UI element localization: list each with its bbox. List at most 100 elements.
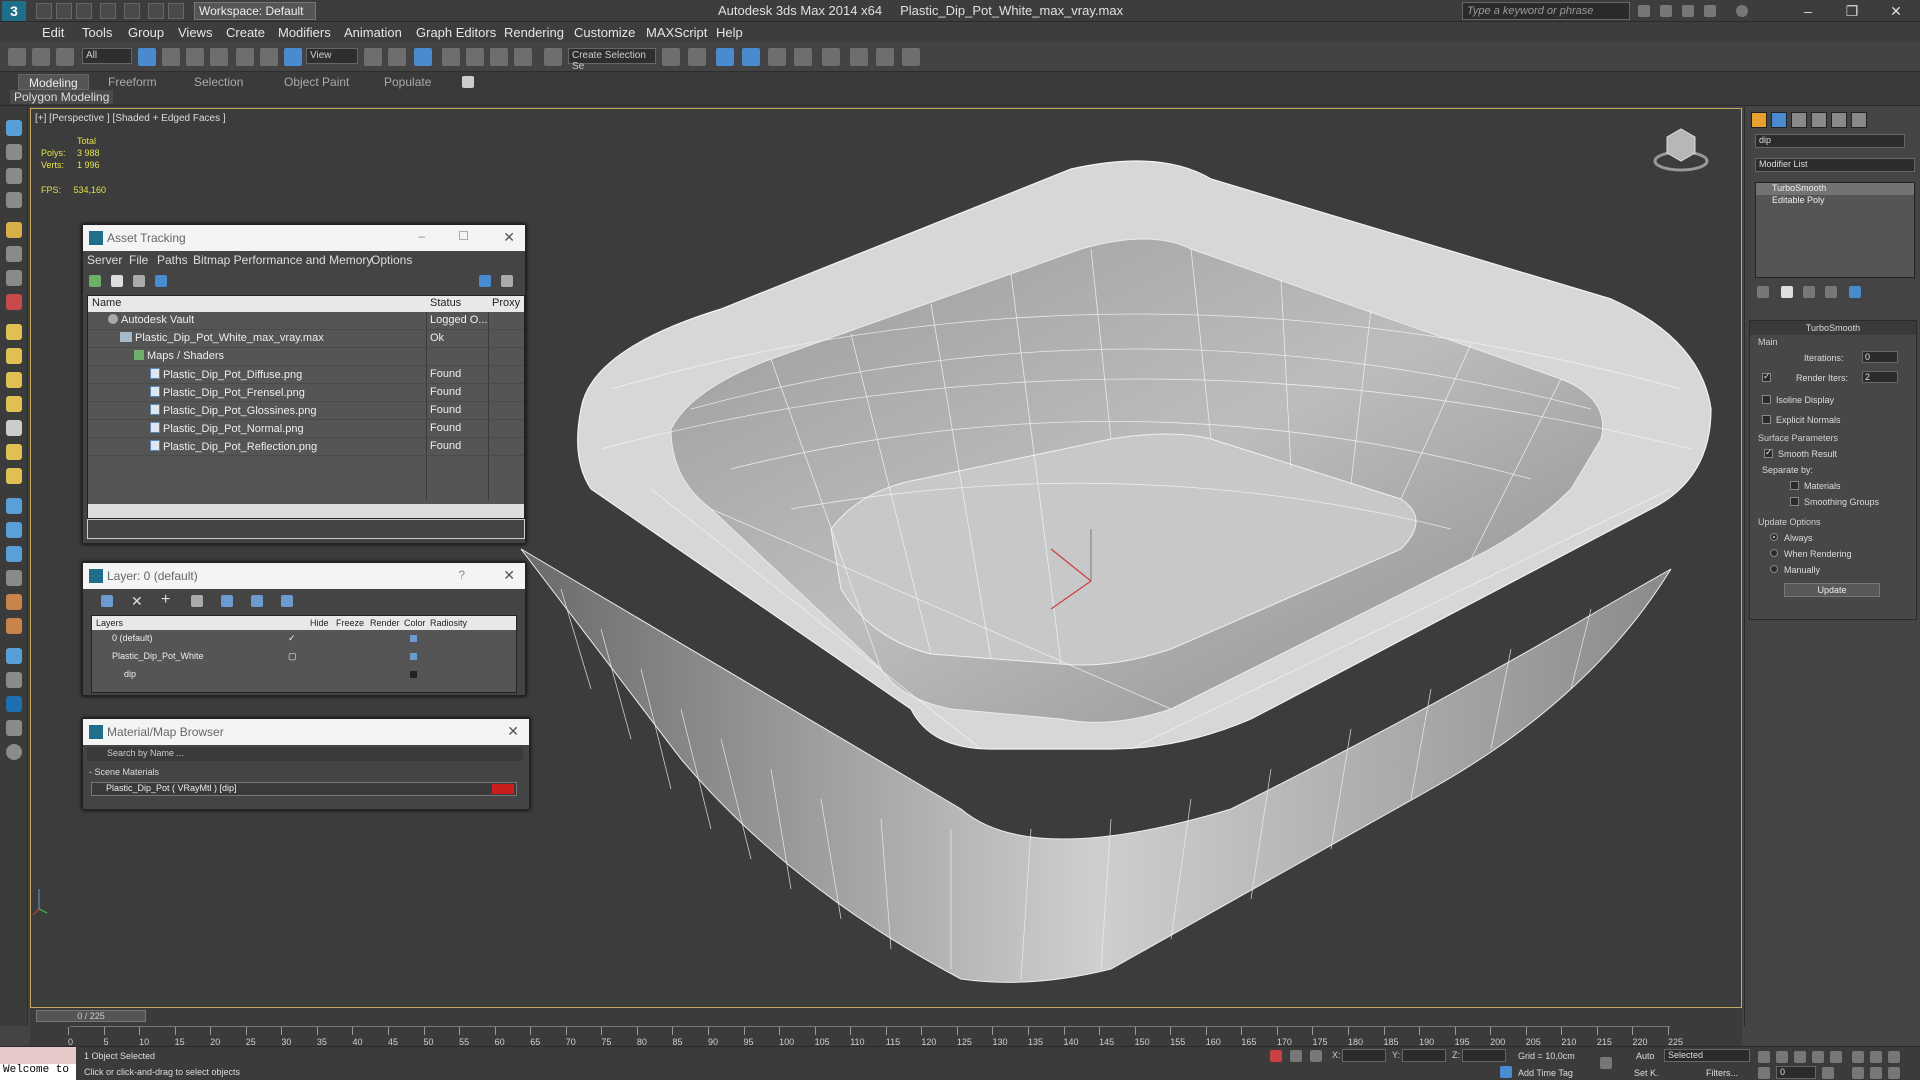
menu-tools[interactable]: Tools [82,25,112,40]
go-to-end-icon[interactable] [1830,1051,1842,1063]
isolate-icon[interactable] [1270,1050,1282,1062]
previous-frame-icon[interactable] [1776,1051,1788,1063]
select-manipulate-icon[interactable] [388,48,406,66]
utilities-tab-icon[interactable] [1851,112,1867,128]
asset-row-normal[interactable]: Plastic_Dip_Pot_Normal.png Found [88,420,524,438]
list-view-icon[interactable] [111,275,123,287]
menu-edit[interactable]: Edit [42,25,64,40]
new-file-icon[interactable] [36,3,52,19]
when-rendering-radio[interactable] [1770,549,1778,557]
tool-icon-3[interactable] [6,168,22,184]
move-icon[interactable] [236,48,254,66]
select-by-name-icon[interactable] [162,48,180,66]
transform-type-in-icon[interactable] [1310,1050,1322,1062]
tool-icon-16[interactable] [6,498,22,514]
col-name[interactable]: Name [92,297,121,309]
layer-toggle-icon[interactable]: ▢ [288,651,297,662]
x-coord-field[interactable] [1342,1049,1386,1062]
close-icon[interactable]: ✕ [503,567,515,584]
col-layers[interactable]: Layers [96,618,123,628]
hide-all-icon[interactable] [251,595,263,607]
tool-icon-25[interactable] [6,720,22,736]
set-key-button[interactable]: Set K. [1634,1068,1659,1078]
rollout-title[interactable]: TurboSmooth [1750,321,1916,335]
key-icon[interactable] [1600,1057,1612,1069]
delete-layer-icon[interactable]: ✕ [131,593,143,610]
tool-icon-20[interactable] [6,594,22,610]
motion-tab-icon[interactable] [1811,112,1827,128]
tree-view-icon[interactable] [155,275,167,287]
tool-icon-22[interactable] [6,648,22,664]
close-window-icon[interactable]: ✕ [1876,2,1916,20]
scale-icon[interactable] [284,48,302,66]
refresh-icon[interactable] [89,275,101,287]
named-selection-dropdown[interactable]: Create Selection Se [568,48,656,72]
play-icon[interactable] [1794,1051,1806,1063]
pan-view-icon[interactable] [1870,1067,1882,1079]
minimize-icon[interactable]: – [418,229,425,243]
key-mode-icon[interactable] [1758,1067,1770,1079]
time-config-icon[interactable] [1822,1067,1834,1079]
help-icon[interactable] [1736,5,1748,17]
asset-row-glossines[interactable]: Plastic_Dip_Pot_Glossines.png Found [88,402,524,420]
scene-materials-group[interactable]: - Scene Materials [89,767,159,777]
help-search-input[interactable]: Type a keyword or phrase [1462,2,1630,20]
tab-populate[interactable]: Populate [374,74,441,90]
percent-snap-icon[interactable] [490,48,508,66]
make-unique-icon[interactable] [1803,286,1815,298]
menu-group[interactable]: Group [128,25,164,40]
open-file-icon[interactable] [56,3,72,19]
zoom-all-icon[interactable] [1870,1051,1882,1063]
tool-icon-13[interactable] [6,420,22,436]
menu-bitmap-performance[interactable]: Bitmap Performance and Memory [193,253,372,267]
selection-filter-dropdown[interactable]: All [82,48,132,64]
maxscript-input[interactable]: Welcome to [0,1064,76,1080]
rendered-frame-window-icon[interactable] [876,48,894,66]
close-icon[interactable]: ✕ [503,229,515,246]
material-item[interactable]: Plastic_Dip_Pot ( VRayMtl ) [dip] [91,782,517,796]
pivot-center-icon[interactable] [364,48,382,66]
col-proxy[interactable]: Proxy [492,297,520,309]
pin-stack-icon[interactable] [1757,286,1769,298]
layer-row-plastic-dip-pot[interactable]: Plastic_Dip_Pot_White ▢ [92,648,516,666]
menu-animation[interactable]: Animation [344,25,402,40]
manually-radio[interactable] [1770,565,1778,573]
horizontal-scrollbar[interactable] [88,504,524,518]
modify-tab-icon[interactable] [1771,112,1787,128]
rectangular-selection-icon[interactable] [186,48,204,66]
asset-row-vault[interactable]: Autodesk Vault Logged O... [88,312,524,330]
ribbon-toggle-icon[interactable] [462,76,474,88]
help-tool-icon[interactable] [6,744,22,760]
isoline-checkbox[interactable] [1762,395,1771,404]
iterations-spinner[interactable]: 0 [1862,351,1898,363]
object-name-field[interactable]: dip [1755,134,1905,148]
auto-key-button[interactable]: Auto [1636,1051,1655,1061]
highlight-layer-icon[interactable] [221,595,233,607]
binoculars-icon[interactable] [1638,5,1650,17]
table-view-icon[interactable] [133,275,145,287]
tool-icon-15[interactable] [6,468,22,484]
help-icon[interactable] [479,275,491,287]
explicit-normals-checkbox[interactable] [1762,415,1771,424]
object-color-swatch[interactable] [410,671,417,678]
layer-row-default[interactable]: 0 (default) ✓ [92,630,516,648]
select-object-icon[interactable] [138,48,156,66]
tool-icon-2[interactable] [6,144,22,160]
communication-icon[interactable] [1682,5,1694,17]
viewcube-icon[interactable] [1653,128,1709,172]
stack-item-editable-poly[interactable]: Editable Poly [1756,195,1914,207]
close-icon[interactable]: ✕ [507,723,519,740]
align-icon[interactable] [688,48,706,66]
tool-icon-4[interactable] [6,192,22,208]
tool-icon-9[interactable] [6,324,22,340]
favorites-star-icon[interactable] [1704,5,1716,17]
go-to-start-icon[interactable] [1758,1051,1770,1063]
render-iters-checkbox[interactable] [1762,371,1771,382]
menu-graph-editors[interactable]: Graph Editors [416,25,496,40]
tool-icon-17[interactable] [6,522,22,538]
tool-icon-12[interactable] [6,396,22,412]
save-file-icon[interactable] [76,3,92,19]
app-logo-icon[interactable]: 3 [2,1,26,21]
menu-views[interactable]: Views [178,25,212,40]
y-coord-field[interactable] [1402,1049,1446,1062]
